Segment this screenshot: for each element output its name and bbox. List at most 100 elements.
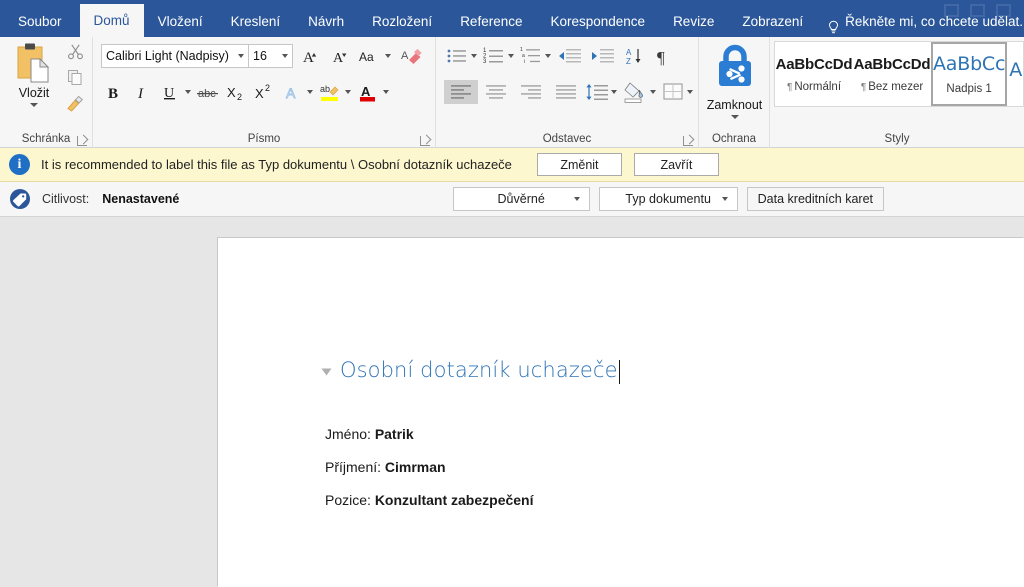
document-line-prijmeni[interactable]: Příjmení: Cimrman [325, 459, 446, 475]
svg-text:A: A [333, 51, 344, 66]
tab-zobrazeni[interactable]: Zobrazení [728, 7, 817, 37]
bullets-caret[interactable] [471, 54, 477, 58]
heading-block[interactable]: Osobní dotazník uchazeče [321, 358, 621, 384]
style-item-next[interactable]: A [1007, 42, 1023, 106]
tab-rozlozeni[interactable]: Rozložení [358, 7, 446, 37]
text-effects-button[interactable]: A [279, 79, 305, 105]
document-canvas[interactable]: Osobní dotazník uchazeče Jméno: Patrik P… [0, 217, 1024, 587]
style-item-bez-mezer[interactable]: AaBbCcDd ¶ Bez mezer [853, 42, 931, 106]
group-label-styles-text: Styly [884, 133, 910, 145]
justify-button[interactable] [549, 80, 583, 104]
highlight-button[interactable]: ab [317, 79, 343, 105]
tab-revize[interactable]: Revize [659, 7, 728, 37]
svg-text:A: A [361, 84, 371, 99]
group-label-styles: Styly [770, 131, 1024, 148]
clipboard-dialog-launcher[interactable] [77, 136, 87, 146]
collapse-heading-icon[interactable] [321, 368, 332, 375]
window-controls[interactable] [940, 0, 1020, 17]
svg-text:A: A [286, 85, 296, 101]
document-heading[interactable]: Osobní dotazník uchazeče [340, 358, 618, 382]
multilevel-list-button[interactable]: 1ai [518, 43, 544, 69]
svg-text:A: A [303, 50, 314, 66]
info-bar-change-button[interactable]: Změnit [536, 153, 622, 176]
clear-formatting-button[interactable]: A [399, 43, 425, 69]
tab-soubor[interactable]: Soubor [0, 7, 80, 37]
numbering-caret[interactable] [508, 54, 514, 58]
tab-reference[interactable]: Reference [446, 7, 536, 37]
increase-indent-button[interactable] [586, 43, 618, 69]
line-spacing-button[interactable] [584, 80, 610, 104]
change-case-button[interactable]: Aa [357, 43, 385, 69]
chevron-down-icon [573, 197, 580, 201]
info-bar-message: It is recommended to label this file as … [41, 157, 512, 172]
group-label-clipboard-text: Schránka [21, 133, 71, 145]
paste-button[interactable]: Vložit [6, 41, 62, 107]
lock-dropdown-caret[interactable] [730, 115, 739, 119]
tab-domu[interactable]: Domů [79, 4, 144, 37]
align-left-button[interactable] [444, 80, 478, 104]
cut-button[interactable] [60, 41, 90, 67]
text-effects-caret[interactable] [307, 90, 313, 94]
copy-button[interactable] [60, 67, 90, 93]
paragraph-dialog-launcher[interactable] [683, 136, 693, 146]
multilevel-list-caret[interactable] [545, 54, 551, 58]
numbering-button[interactable]: 123 [481, 43, 507, 69]
underline-caret[interactable] [185, 90, 191, 94]
underline-button[interactable]: U [157, 79, 183, 105]
sensitivity-credit-card-button[interactable]: Data kreditních karet [746, 187, 884, 211]
bullets-button[interactable] [444, 43, 470, 69]
borders-button[interactable] [660, 80, 686, 104]
lightbulb-icon [827, 16, 840, 33]
svg-text:Aa: Aa [359, 50, 374, 64]
borders-caret[interactable] [687, 90, 693, 94]
line-spacing-caret[interactable] [611, 90, 617, 94]
lock-button[interactable]: Zamknout [699, 41, 770, 119]
document-line-prijmeni-label: Příjmení: [325, 459, 385, 475]
sensitivity-dropdown-doctype[interactable]: Typ dokumentu [598, 187, 738, 211]
info-icon: i [9, 154, 30, 175]
shading-caret[interactable] [650, 90, 656, 94]
format-painter-icon [66, 95, 84, 117]
grow-font-button[interactable]: A [297, 43, 323, 69]
scissors-icon [67, 43, 84, 65]
tab-kresleni[interactable]: Kreslení [217, 7, 295, 37]
bold-button[interactable]: B [101, 79, 127, 105]
subscript-button[interactable]: X2 [223, 79, 249, 105]
style-item-nadpis-1[interactable]: AaBbCc Nadpis 1 [931, 42, 1008, 106]
show-formatting-marks-button[interactable]: ¶ [650, 43, 678, 69]
tab-vlozeni[interactable]: Vložení [144, 7, 217, 37]
ribbon-group-styles: AaBbCcDd ¶ Normální AaBbCcDd ¶ Bez mezer A… [769, 37, 1024, 148]
strikethrough-button[interactable]: abc [195, 79, 221, 105]
shading-button[interactable] [621, 79, 649, 105]
font-name-combo[interactable]: Calibri Light (Nadpisy) [101, 44, 249, 68]
chevron-down-icon [721, 197, 728, 201]
style-name-text: Normální [794, 80, 842, 93]
superscript-button[interactable]: X2 [251, 79, 277, 105]
shrink-font-button[interactable]: A [327, 43, 353, 69]
font-size-combo[interactable]: 16 [249, 44, 293, 68]
ribbon-group-font: Calibri Light (Nadpisy) 16 A A Aa A B I … [92, 37, 435, 148]
sensitivity-dropdown-confidential[interactable]: Důvěrné [452, 187, 590, 211]
italic-button[interactable]: I [129, 79, 155, 105]
document-page[interactable]: Osobní dotazník uchazeče Jméno: Patrik P… [218, 238, 1024, 587]
paste-dropdown-caret[interactable] [30, 103, 38, 107]
font-dialog-launcher[interactable] [420, 136, 430, 146]
tab-navrh[interactable]: Návrh [294, 7, 358, 37]
format-painter-button[interactable] [60, 93, 90, 119]
document-line-jmeno[interactable]: Jméno: Patrik [325, 426, 414, 442]
font-color-caret[interactable] [383, 90, 389, 94]
style-item-normalni[interactable]: AaBbCcDd ¶ Normální [775, 42, 853, 106]
change-case-caret[interactable] [385, 54, 391, 58]
style-name: ¶ Normální [787, 81, 841, 93]
sort-button[interactable]: AZ [619, 43, 649, 69]
svg-text:ab: ab [320, 84, 330, 94]
document-line-pozice[interactable]: Pozice: Konzultant zabezpečení [325, 492, 534, 508]
tab-korespondence[interactable]: Korespondence [536, 7, 659, 37]
align-right-button[interactable] [514, 80, 548, 104]
info-bar-close-button[interactable]: Zavřít [633, 153, 719, 176]
decrease-indent-button[interactable] [555, 43, 585, 69]
align-center-button[interactable] [479, 80, 513, 104]
font-color-button[interactable]: A [355, 79, 381, 105]
document-line-pozice-label: Pozice: [325, 492, 375, 508]
highlight-caret[interactable] [345, 90, 351, 94]
